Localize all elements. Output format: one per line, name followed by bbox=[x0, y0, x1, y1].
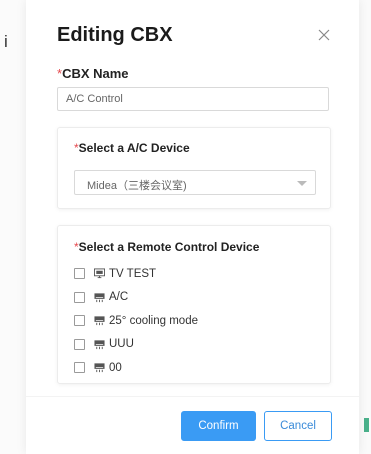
background-panel-right bbox=[359, 0, 371, 454]
remote-device-list: TV TEST A/C 25° cooling mode UUU 00 bbox=[74, 262, 198, 380]
cbx-name-input[interactable] bbox=[57, 87, 329, 111]
ac-device-selected-value: Midea（三楼会议室) bbox=[87, 180, 187, 192]
ac-unit-icon bbox=[94, 340, 105, 349]
remote-device-item[interactable]: A/C bbox=[74, 286, 198, 310]
cbx-name-label: *CBX Name bbox=[57, 66, 129, 81]
footer-divider bbox=[26, 396, 359, 397]
checkbox[interactable] bbox=[74, 291, 85, 303]
edit-cbx-dialog: Editing CBX *CBX Name *Select a A/C Devi… bbox=[26, 0, 359, 454]
cancel-button[interactable]: Cancel bbox=[264, 411, 332, 441]
checkbox[interactable] bbox=[74, 315, 85, 327]
ac-unit-icon bbox=[94, 363, 105, 373]
checkbox[interactable] bbox=[74, 362, 85, 374]
tv-icon bbox=[94, 268, 105, 279]
ac-unit-icon bbox=[94, 293, 105, 302]
remote-device-label-text: Select a Remote Control Device bbox=[78, 240, 260, 254]
background-info-glyph: i bbox=[4, 32, 8, 51]
remote-device-label: *Select a Remote Control Device bbox=[74, 240, 259, 254]
background-panel-left: i bbox=[0, 0, 26, 454]
ac-device-card: *Select a A/C Device Midea（三楼会议室) bbox=[57, 127, 331, 209]
ac-device-label: *Select a A/C Device bbox=[74, 141, 190, 155]
confirm-button[interactable]: Confirm bbox=[181, 411, 256, 441]
remote-device-card: *Select a Remote Control Device TV TEST bbox=[57, 225, 331, 384]
checkbox[interactable] bbox=[74, 338, 85, 350]
remote-device-item[interactable]: 25° cooling mode bbox=[74, 309, 198, 333]
remote-device-name: A/C bbox=[109, 291, 129, 304]
ac-device-label-text: Select a A/C Device bbox=[78, 141, 190, 155]
remote-device-name: 00 bbox=[109, 361, 122, 374]
cbx-name-label-text: CBX Name bbox=[62, 66, 129, 81]
ac-device-select[interactable]: Midea（三楼会议室) bbox=[74, 170, 316, 195]
dialog-title: Editing CBX bbox=[57, 24, 173, 46]
remote-device-name: TV TEST bbox=[109, 267, 157, 280]
remote-device-name: 25° cooling mode bbox=[109, 314, 198, 327]
remote-device-name: UUU bbox=[109, 338, 134, 351]
remote-device-item[interactable]: UUU bbox=[74, 333, 198, 357]
close-icon[interactable] bbox=[316, 27, 332, 43]
ac-unit-icon bbox=[94, 316, 105, 326]
remote-device-item[interactable]: 00 bbox=[74, 356, 198, 380]
chevron-down-icon bbox=[297, 181, 307, 186]
checkbox[interactable] bbox=[74, 268, 85, 280]
background-edge-mark bbox=[364, 418, 369, 432]
remote-device-item[interactable]: TV TEST bbox=[74, 262, 198, 286]
